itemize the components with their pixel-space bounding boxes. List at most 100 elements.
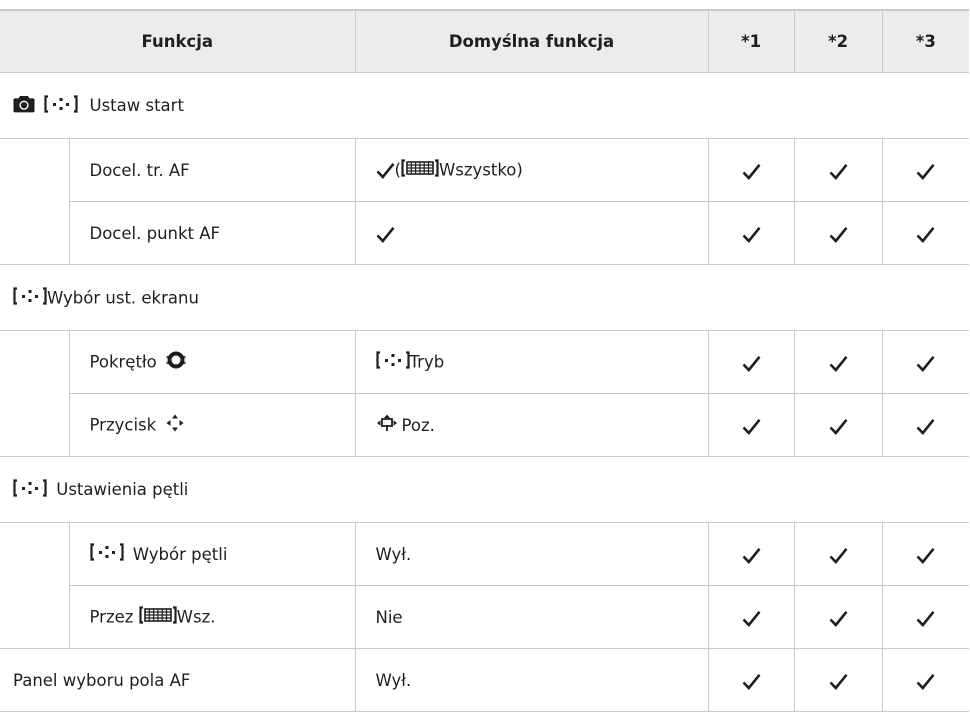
table-row: Wybór pętli Wył. [0,522,969,586]
default-text: Tryb [409,352,445,372]
function-text: Wybór pętli [132,544,228,564]
check-icon [742,673,761,690]
col-2-cell [793,648,882,712]
page: Funkcja Domyślna funkcja *1 *2 *3 Ustaw … [0,0,970,712]
af-target-bracket-icon [375,351,410,373]
header-col-3: *3 [881,9,969,73]
dial-icon [166,350,186,374]
indent-cell [0,330,70,394]
group-row-screen: Wybór ust. ekranu [0,264,969,331]
check-icon [829,547,848,564]
indent-cell [0,138,70,202]
header-row: Funkcja Domyślna funkcja *1 *2 *3 [0,9,969,73]
group-title-cell: Wybór ust. ekranu [0,264,969,331]
af-target-bracket-icon [13,478,47,501]
function-cell: Wybór pętli [69,522,355,586]
default-cell: Nie [354,585,708,649]
check-icon [829,418,848,435]
all-targets-grid-icon [401,159,439,181]
group-title-cell: Ustawienia pętli [0,456,969,523]
check-icon [376,162,395,179]
af-target-bracket-icon [13,286,47,309]
col-2-cell [793,330,882,394]
header-function: Funkcja [0,9,355,73]
function-cell: Docel. punkt AF [69,201,355,265]
check-icon [916,226,935,243]
col-2-cell [793,201,882,265]
col-2-cell [793,138,882,202]
indent-cell [0,585,70,649]
function-cell: Docel. tr. AF [69,138,355,202]
arrow-pad-icon [165,413,185,437]
check-icon [916,610,935,627]
col-3-cell [881,201,969,265]
default-cell: Wył. [354,522,708,586]
col-2-cell [793,522,882,586]
function-cell: Pokrętło [69,330,355,394]
group-row-loop: Ustawienia pętli [0,456,969,523]
function-text: Przycisk [89,415,157,435]
col-2-cell [793,393,882,457]
col-3-cell [881,648,969,712]
default-cell: Tryb [354,330,708,394]
col-3-cell [881,138,969,202]
check-icon [742,547,761,564]
indent-cell [0,201,70,265]
function-cell: Przez Wsz. [69,585,355,649]
col-1-cell [707,648,794,712]
col-3-cell [881,330,969,394]
indent-cell [0,393,70,457]
table-row: Docel. tr. AF (Wszystko) [0,138,969,202]
default-cell [354,201,708,265]
check-icon [916,418,935,435]
check-icon [742,418,761,435]
function-text: Pokrętło [89,352,157,372]
default-cell: (Wszystko) [354,138,708,202]
check-icon [742,226,761,243]
all-targets-grid-icon [139,606,177,628]
function-prefix: Przez [89,607,134,627]
table-row: Przycisk Poz. [0,393,969,457]
group-title: Ustawienia pętli [56,480,189,499]
check-icon [742,355,761,372]
check-icon [916,355,935,372]
af-settings-table: Funkcja Domyślna funkcja *1 *2 *3 Ustaw … [0,9,969,712]
header-col-2: *2 [793,9,882,73]
check-icon [742,163,761,180]
check-icon [742,610,761,627]
col-1-cell [707,201,794,265]
check-icon [916,547,935,564]
indent-cell [0,522,70,586]
arrow-pad-icon [376,413,398,437]
col-1-cell [707,522,794,586]
default-cell: Poz. [354,393,708,457]
header-col-1: *1 [707,9,794,73]
check-icon [829,163,848,180]
check-icon [829,673,848,690]
group-title: Ustaw start [89,96,184,115]
af-target-bracket-icon [89,543,124,565]
default-cell: Wył. [354,648,708,712]
camera-icon [13,95,35,117]
function-cell: Panel wyboru pola AF [0,648,355,712]
table-row: Docel. punkt AF [0,201,969,265]
default-text: Poz. [401,415,435,435]
default-text: Wszystko [438,160,517,180]
function-text: Wsz. [176,607,216,627]
table-row: Pokrętło Tryb [0,330,969,394]
col-3-cell [881,393,969,457]
group-title: Wybór ust. ekranu [47,288,199,307]
col-1-cell [707,138,794,202]
header-default-function: Domyślna funkcja [354,9,708,73]
col-3-cell [881,522,969,586]
table-row: Przez Wsz. Nie [0,585,969,649]
check-icon [829,355,848,372]
col-1-cell [707,585,794,649]
check-icon [916,163,935,180]
group-row-start: Ustaw start [0,72,969,139]
col-1-cell [707,330,794,394]
function-cell: Przycisk [69,393,355,457]
group-title-cell: Ustaw start [0,72,969,139]
af-target-bracket-icon [44,94,78,117]
check-icon [916,673,935,690]
